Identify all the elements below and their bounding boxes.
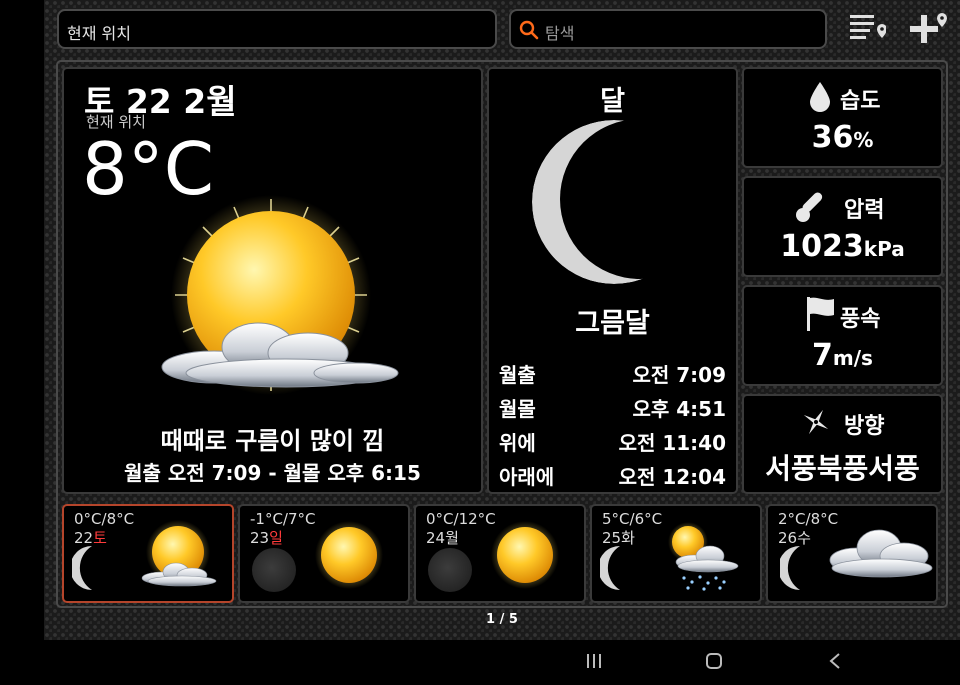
- moon-row-value: 오전 11:40: [618, 431, 726, 455]
- pressure-label: 압력: [844, 198, 885, 223]
- wind-speed-value-line: 7m/s: [744, 338, 941, 373]
- partly-cloudy-icon: [141, 520, 217, 587]
- sun-icon: [491, 521, 559, 589]
- cloud-icon: [829, 529, 933, 578]
- current-weather-panel[interactable]: 토 22 2월 현재 위치 8°C 때때로 구름이 많이 낌 월출 오전 7:0…: [62, 67, 483, 494]
- crescent-moon-icon: [72, 546, 92, 590]
- forecast-day: 24월: [426, 527, 459, 548]
- humidity-value: 36: [811, 120, 854, 155]
- location-list-icon[interactable]: [848, 12, 886, 46]
- moon-row-value: 오전 7:09: [632, 363, 726, 387]
- location-field[interactable]: 현재 위치: [57, 9, 497, 49]
- forecast-card[interactable]: 0°C/8°C 22토: [62, 504, 234, 603]
- humidity-value-line: 36%: [744, 120, 941, 155]
- back-icon[interactable]: [828, 652, 842, 670]
- humidity-unit: %: [853, 128, 874, 152]
- search-placeholder: 탐색: [545, 24, 575, 43]
- wind-speed-label: 풍속: [840, 307, 881, 332]
- search-icon: [519, 20, 539, 40]
- forecast-date: 23: [250, 529, 270, 547]
- page-indicator: 1 / 5: [486, 612, 518, 627]
- moon-panel[interactable]: 달 그믐달 월출 오전 7:09 월몰 오후 4:51 위에 오전 11:40: [487, 67, 738, 494]
- moon-row-label: 월몰: [499, 397, 536, 421]
- search-field[interactable]: 탐색: [509, 9, 827, 49]
- sun-icon: [315, 521, 383, 589]
- forecast-temp: 0°C/8°C: [74, 510, 135, 528]
- crescent-moon-icon: [780, 546, 800, 590]
- compass-icon: [803, 409, 829, 435]
- wind-direction-panel[interactable]: 방향 서풍북풍서풍: [742, 394, 943, 494]
- weather-app: 현재 위치 탐색 토 22 2월 현재 위치 8°C 때때로 구름이 많이 낌 …: [44, 0, 960, 640]
- new-moon-icon: [428, 548, 472, 592]
- water-drop-icon: [810, 82, 830, 112]
- moon-title: 달: [600, 86, 625, 117]
- humidity-label: 습도: [840, 89, 881, 114]
- snow-cloud-icon: [668, 522, 739, 591]
- forecast-card[interactable]: 0°C/12°C 24월: [414, 504, 586, 603]
- forecast-temp: 5°C/6°C: [602, 510, 663, 528]
- wind-speed-panel[interactable]: 풍속 7m/s: [742, 285, 943, 386]
- moon-row-label: 위에: [499, 431, 536, 455]
- forecast-card[interactable]: 5°C/6°C 25화: [590, 504, 762, 603]
- wind-speed-value: 7: [812, 338, 833, 373]
- forecast-weekday: 일: [269, 529, 283, 547]
- moon-row-label: 월출: [499, 363, 536, 387]
- new-moon-icon: [252, 548, 296, 592]
- pressure-value: 1023: [780, 229, 864, 264]
- home-icon[interactable]: [705, 652, 723, 670]
- sun-times: 월출 오전 7:09 - 월몰 오후 6:15: [124, 461, 421, 485]
- moon-row-value: 오후 4:51: [632, 397, 726, 421]
- moon-phase: 그믐달: [575, 308, 650, 339]
- moon-phase-icon: [532, 120, 696, 284]
- forecast-date: 24: [426, 529, 446, 547]
- partly-cloudy-icon: [161, 195, 399, 395]
- humidity-panel[interactable]: 습도 36%: [742, 67, 943, 168]
- thermometer-icon: [796, 192, 823, 222]
- wind-direction-value: 서풍북풍서풍: [765, 452, 920, 485]
- flag-icon: [807, 297, 834, 331]
- forecast-card[interactable]: -1°C/7°C 23일: [238, 504, 410, 603]
- moon-row-value: 오전 12:04: [618, 465, 726, 489]
- crescent-moon-icon: [600, 546, 620, 590]
- forecast-day: 23일: [250, 527, 283, 548]
- pressure-value-line: 1023kPa: [744, 229, 941, 264]
- wind-speed-unit: m/s: [832, 346, 873, 370]
- forecast-weekday: 월: [445, 529, 459, 547]
- recent-apps-icon[interactable]: [585, 653, 603, 669]
- location-field-value: 현재 위치: [67, 24, 131, 43]
- forecast-temp: 0°C/12°C: [426, 510, 496, 528]
- current-condition: 때때로 구름이 많이 낌: [160, 427, 385, 455]
- pressure-panel[interactable]: 압력 1023kPa: [742, 176, 943, 277]
- forecast-card[interactable]: 2°C/8°C 26수: [766, 504, 938, 603]
- system-navigation-bar: [0, 640, 960, 685]
- pressure-unit: kPa: [863, 237, 905, 261]
- wind-direction-label: 방향: [844, 414, 885, 439]
- forecast-temp: -1°C/7°C: [250, 510, 316, 528]
- moon-row-label: 아래에: [499, 465, 555, 489]
- add-location-icon[interactable]: [909, 10, 949, 46]
